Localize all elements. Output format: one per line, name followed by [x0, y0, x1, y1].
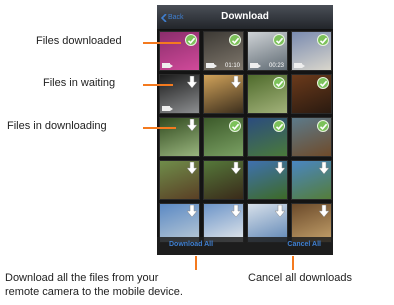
- thumbnail-waiting[interactable]: [159, 160, 200, 200]
- phone-screen: Back Download 01:10 00:23 Download All Ca…: [157, 5, 333, 255]
- checkmark-icon: [317, 120, 329, 132]
- thumbnail-downloaded[interactable]: [203, 117, 244, 157]
- cancel-all-button[interactable]: Cancel All: [287, 241, 321, 248]
- video-camera-icon: [294, 63, 305, 68]
- thumbnail-downloaded[interactable]: 01:10: [203, 31, 244, 71]
- page-title: Download: [221, 11, 269, 22]
- video-camera-icon: [162, 63, 173, 68]
- checkmark-icon: [317, 77, 329, 89]
- label-download-all-desc-line2: remote camera to the mobile device.: [5, 286, 183, 298]
- thumbnail-downloaded[interactable]: [159, 31, 200, 71]
- thumbnail-downloading[interactable]: [159, 117, 200, 157]
- thumbnail-waiting[interactable]: [159, 74, 200, 114]
- checkmark-icon: [185, 34, 197, 46]
- thumbnail-waiting[interactable]: [203, 160, 244, 200]
- checkmark-icon: [229, 120, 241, 132]
- checkmark-icon: [229, 34, 241, 46]
- thumbnail-waiting[interactable]: [291, 160, 332, 200]
- callout-line-downloading: [143, 127, 176, 129]
- checkmark-icon: [317, 34, 329, 46]
- label-files-waiting: Files in waiting: [43, 77, 116, 89]
- thumbnail-downloaded[interactable]: [247, 74, 288, 114]
- checkmark-icon: [273, 77, 285, 89]
- thumbnail-grid: 01:10 00:23: [159, 31, 333, 243]
- label-cancel-all-desc: Cancel all downloads: [248, 272, 352, 284]
- bottom-toolbar: Download All Cancel All: [157, 237, 333, 255]
- checkmark-icon: [273, 34, 285, 46]
- thumbnail-downloaded[interactable]: [291, 31, 332, 71]
- video-duration: 00:23: [268, 63, 284, 69]
- callout-line-downloaded: [143, 42, 181, 44]
- label-files-downloading: Files in downloading: [7, 120, 107, 132]
- video-camera-icon: [206, 63, 217, 68]
- callout-line-waiting: [143, 84, 173, 86]
- thumbnail-downloaded[interactable]: [291, 74, 332, 114]
- video-duration: 01:10: [224, 63, 240, 69]
- video-camera-icon: [162, 106, 173, 111]
- thumbnail-downloaded[interactable]: [291, 117, 332, 157]
- label-download-all-desc-line1: Download all the files from your: [5, 272, 159, 284]
- callout-line-cancel-all: [292, 256, 294, 270]
- thumbnail-downloaded[interactable]: [247, 117, 288, 157]
- checkmark-icon: [273, 120, 285, 132]
- thumbnail-waiting[interactable]: [203, 74, 244, 114]
- thumbnail-waiting[interactable]: [247, 160, 288, 200]
- video-camera-icon: [250, 63, 261, 68]
- callout-line-download-all: [195, 256, 197, 270]
- navigation-bar: Back Download: [157, 5, 333, 30]
- label-files-downloaded: Files downloaded: [36, 35, 122, 47]
- download-all-button[interactable]: Download All: [169, 241, 213, 248]
- thumbnail-downloaded[interactable]: 00:23: [247, 31, 288, 71]
